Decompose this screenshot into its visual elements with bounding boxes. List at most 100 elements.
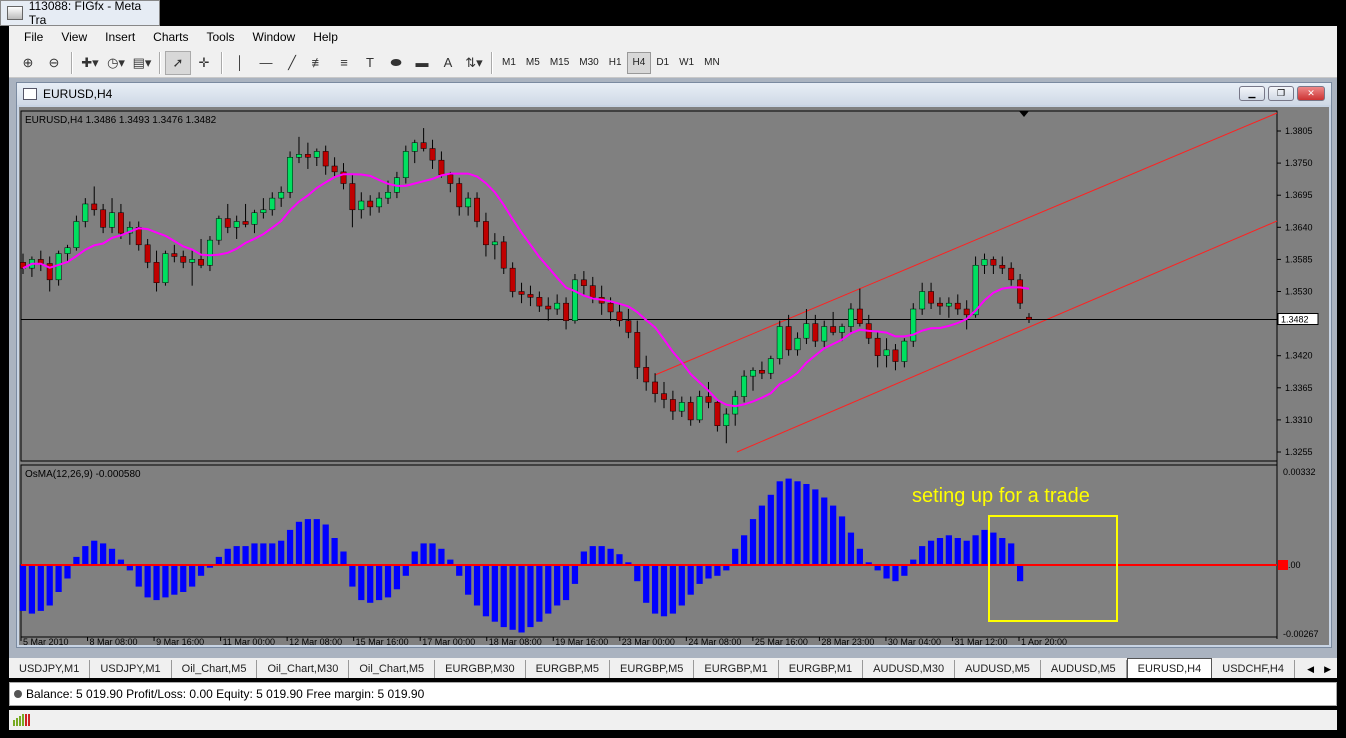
metatrader-app-icon (7, 6, 23, 20)
mdi-area: EURUSD,H4 ▁ ❐ ✕ EURUSD,H4 1.3486 1.3493 … (9, 78, 1337, 658)
candle-body (518, 291, 525, 295)
osma-bar (669, 565, 677, 614)
zoom-in-icon[interactable]: ⊕ (15, 51, 41, 75)
trade-setup-box[interactable] (988, 515, 1118, 622)
menu-charts[interactable]: Charts (144, 30, 197, 44)
candle-body (73, 221, 80, 248)
arrows-icon[interactable]: ⇅▾ (461, 51, 487, 75)
tab-usdjpy-m1[interactable]: USDJPY,M1 (90, 660, 172, 678)
trendline-icon[interactable]: ╱ (279, 51, 305, 75)
osma-bar (73, 556, 80, 565)
connection-status-icon (13, 714, 30, 726)
candle-body (776, 326, 783, 359)
candle-body (313, 151, 320, 158)
chart-tabs: USDJPY,M1 USDJPY,M1 Oil_Chart,M5 Oil_Cha… (9, 658, 1337, 678)
osma-bar (215, 556, 222, 565)
equidistant-channel-icon[interactable]: ≢ (305, 51, 331, 75)
osma-bar (242, 546, 249, 565)
menu-file[interactable]: File (15, 30, 52, 44)
price-tick-label: 1.3805 (1285, 126, 1313, 136)
menu-help[interactable]: Help (304, 30, 347, 44)
ellipse-icon[interactable]: ⬬ (383, 51, 409, 75)
candle-body (411, 142, 418, 152)
candle-body (554, 302, 561, 310)
timeframe-m30[interactable]: M30 (574, 52, 603, 74)
osma-bar (972, 535, 979, 565)
candle-body (224, 218, 231, 228)
tab-eurgbp-m1[interactable]: EURGBP,M1 (694, 660, 779, 678)
timeframe-m1[interactable]: M1 (497, 52, 521, 74)
candle-body (55, 253, 62, 281)
tab-usdchf-h4[interactable]: USDCHF,H4 (1212, 660, 1295, 678)
cursor-icon[interactable]: ➚ (165, 50, 191, 75)
candle-body (153, 262, 160, 283)
minimize-icon[interactable]: ▁ (1239, 86, 1265, 101)
timeframe-mn[interactable]: MN (699, 52, 725, 74)
timeframe-h1[interactable]: H1 (604, 52, 627, 74)
tab-scroll-right-icon[interactable]: ▶ (1324, 664, 1331, 675)
menu-view[interactable]: View (52, 30, 96, 44)
tab-oil-chart-m5[interactable]: Oil_Chart,M5 (172, 660, 258, 678)
tab-eurgbp-m1[interactable]: EURGBP,M1 (779, 660, 864, 678)
timeframe-d1[interactable]: D1 (651, 52, 674, 74)
osma-bar (687, 565, 694, 595)
menu-insert[interactable]: Insert (96, 30, 144, 44)
tab-eurgbp-m5[interactable]: EURGBP,M5 (610, 660, 695, 678)
osma-bar (189, 565, 196, 587)
tab-scroll-left-icon[interactable]: ◀ (1307, 664, 1314, 675)
templates-icon[interactable]: ▤▾ (129, 51, 155, 75)
text-icon[interactable]: A (435, 51, 461, 75)
osma-bar (473, 565, 481, 606)
osma-bar (313, 519, 320, 565)
price-tick-label: 1.3640 (1285, 222, 1313, 232)
price-channel[interactable] (654, 112, 1278, 453)
tab-eurgbp-m5[interactable]: EURGBP,M5 (526, 660, 611, 678)
tab-eurusd-h4[interactable]: EURUSD,H4 (1126, 658, 1213, 678)
chart-canvas[interactable]: EURUSD,H4 1.3486 1.3493 1.3476 1.3482 1.… (19, 107, 1329, 647)
tab-eurgbp-m30[interactable]: EURGBP,M30 (435, 660, 526, 678)
restore-icon[interactable]: ❐ (1268, 86, 1294, 101)
horizontal-line-icon[interactable]: — (253, 51, 279, 75)
candle-body (322, 151, 329, 167)
timeframe-m15[interactable]: M15 (545, 52, 574, 74)
candle-body (447, 174, 454, 184)
timeframe-h4[interactable]: H4 (626, 51, 652, 74)
channel-upper-line[interactable] (654, 112, 1278, 376)
fibonacci-icon[interactable]: ≡ (331, 51, 357, 75)
timeframe-w1[interactable]: W1 (674, 52, 699, 74)
osma-bar (411, 551, 418, 565)
text-label-icon[interactable]: T (357, 51, 383, 75)
vertical-line-icon[interactable]: │ (227, 51, 253, 75)
chart-area[interactable]: EURUSD,H4 1.3486 1.3493 1.3476 1.3482 1.… (19, 107, 1329, 647)
time-tick-label: 18 Mar 08:00 (489, 637, 542, 645)
close-icon[interactable]: ✕ (1297, 86, 1325, 101)
chart-shift-marker-icon[interactable] (1019, 111, 1029, 117)
osma-bar (420, 543, 427, 565)
menu-window[interactable]: Window (244, 30, 305, 44)
price-tick-label: 1.3255 (1285, 447, 1313, 457)
osma-bar (269, 543, 276, 565)
tab-usdjpy-m1[interactable]: USDJPY,M1 (9, 660, 91, 678)
tab-audusd-m5[interactable]: AUDUSD,M5 (1041, 660, 1127, 678)
osma-bar (936, 538, 944, 565)
zoom-out-icon[interactable]: ⊖ (41, 51, 67, 75)
chart-window-titlebar[interactable]: EURUSD,H4 ▁ ❐ ✕ (17, 83, 1331, 105)
tab-audusd-m30[interactable]: AUDUSD,M30 (863, 660, 956, 678)
add-indicator-icon[interactable]: ✚▾ (77, 51, 103, 75)
osma-bar (197, 565, 205, 576)
tab-oil-chart-m30[interactable]: Oil_Chart,M30 (257, 660, 350, 678)
menu-tools[interactable]: Tools (198, 30, 244, 44)
rectangle-icon[interactable]: ▬ (409, 51, 435, 75)
osma-bar (55, 565, 62, 592)
crosshair-icon[interactable]: ✛ (191, 51, 217, 75)
tab-oil-chart-m5[interactable]: Oil_Chart,M5 (349, 660, 436, 678)
timeframe-m5[interactable]: M5 (521, 52, 545, 74)
periodicity-clock-icon[interactable]: ◷▾ (103, 51, 129, 75)
osma-bar (714, 565, 721, 576)
osma-bar (758, 505, 766, 565)
trade-setup-annotation[interactable]: seting up for a trade (912, 485, 1090, 507)
tab-audusd-m5[interactable]: AUDUSD,M5 (955, 660, 1041, 678)
time-tick-label: 19 Mar 16:00 (555, 637, 608, 645)
candle-body (919, 291, 926, 310)
candle-body (625, 320, 632, 333)
